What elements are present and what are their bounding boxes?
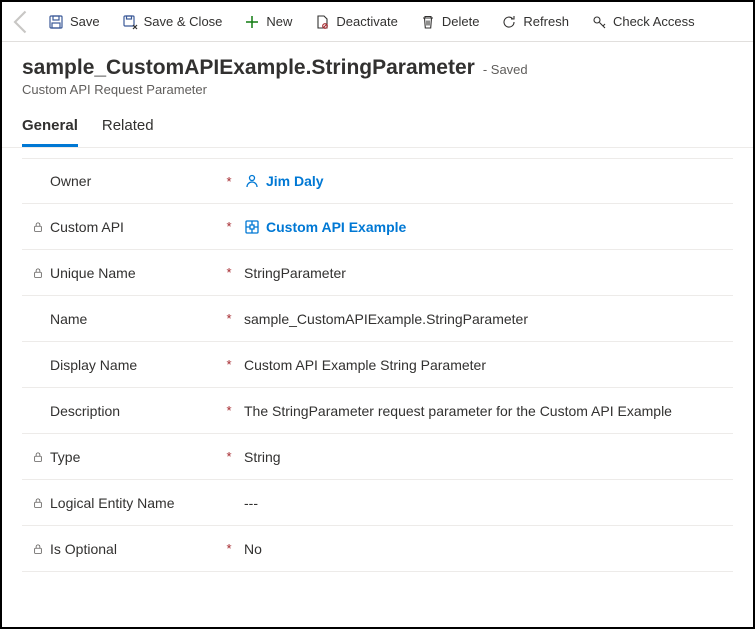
field-logical-entity-name[interactable]: Logical Entity Name --- <box>22 480 733 526</box>
command-bar: Save Save & Close New Deactivate Delete … <box>2 2 753 42</box>
label-logical-entity-name: Logical Entity Name <box>50 495 175 511</box>
lock-icon <box>32 451 44 463</box>
deactivate-icon <box>314 14 330 30</box>
required-indicator: * <box>222 357 236 372</box>
value-custom-api[interactable]: Custom API Example <box>266 219 406 235</box>
field-description[interactable]: Description * The StringParameter reques… <box>22 388 733 434</box>
field-name[interactable]: Name * sample_CustomAPIExample.StringPar… <box>22 296 733 342</box>
value-unique-name: StringParameter <box>244 265 346 281</box>
check-access-button[interactable]: Check Access <box>581 5 705 39</box>
required-indicator: * <box>222 403 236 418</box>
delete-icon <box>420 14 436 30</box>
person-icon <box>244 173 260 189</box>
tab-general[interactable]: General <box>22 117 78 147</box>
required-indicator: * <box>222 541 236 556</box>
new-label: New <box>266 14 292 29</box>
delete-label: Delete <box>442 14 480 29</box>
page-title: sample_CustomAPIExample.StringParameter <box>22 56 475 80</box>
field-owner[interactable]: Owner * Jim Daly <box>22 158 733 204</box>
check-access-icon <box>591 14 607 30</box>
field-custom-api[interactable]: Custom API * Custom API Example <box>22 204 733 250</box>
required-indicator: * <box>222 174 236 189</box>
page-subtitle: Custom API Request Parameter <box>22 82 733 97</box>
save-label: Save <box>70 14 100 29</box>
label-description: Description <box>50 403 120 419</box>
deactivate-button[interactable]: Deactivate <box>304 5 407 39</box>
save-close-button[interactable]: Save & Close <box>112 5 233 39</box>
check-access-label: Check Access <box>613 14 695 29</box>
field-unique-name[interactable]: Unique Name * StringParameter <box>22 250 733 296</box>
lock-icon <box>32 267 44 279</box>
tab-related[interactable]: Related <box>102 117 154 147</box>
field-display-name[interactable]: Display Name * Custom API Example String… <box>22 342 733 388</box>
save-status: - Saved <box>483 62 528 77</box>
required-indicator: * <box>222 219 236 234</box>
required-indicator: * <box>222 311 236 326</box>
value-owner[interactable]: Jim Daly <box>266 173 324 189</box>
deactivate-label: Deactivate <box>336 14 397 29</box>
value-logical-entity-name: --- <box>244 495 258 511</box>
required-indicator: * <box>222 265 236 280</box>
refresh-icon <box>501 14 517 30</box>
back-icon <box>8 8 36 36</box>
required-indicator: * <box>222 449 236 464</box>
label-unique-name: Unique Name <box>50 265 136 281</box>
back-button[interactable] <box>8 8 36 36</box>
value-type: String <box>244 449 281 465</box>
tab-list: General Related <box>2 103 753 148</box>
lock-icon <box>32 543 44 555</box>
form-header: sample_CustomAPIExample.StringParameter … <box>2 42 753 103</box>
label-custom-api: Custom API <box>50 219 124 235</box>
label-name: Name <box>50 311 87 327</box>
new-button[interactable]: New <box>234 5 302 39</box>
field-is-optional[interactable]: Is Optional * No <box>22 526 733 572</box>
value-is-optional: No <box>244 541 262 557</box>
lock-icon <box>32 497 44 509</box>
lock-icon <box>32 221 44 233</box>
save-close-icon <box>122 14 138 30</box>
field-type[interactable]: Type * String <box>22 434 733 480</box>
value-description: The StringParameter request parameter fo… <box>244 403 672 419</box>
entity-icon <box>244 219 260 235</box>
refresh-label: Refresh <box>523 14 569 29</box>
plus-icon <box>244 14 260 30</box>
label-owner: Owner <box>50 173 91 189</box>
delete-button[interactable]: Delete <box>410 5 490 39</box>
save-close-label: Save & Close <box>144 14 223 29</box>
label-is-optional: Is Optional <box>50 541 117 557</box>
refresh-button[interactable]: Refresh <box>491 5 579 39</box>
label-display-name: Display Name <box>50 357 137 373</box>
save-icon <box>48 14 64 30</box>
value-name: sample_CustomAPIExample.StringParameter <box>244 311 528 327</box>
value-display-name: Custom API Example String Parameter <box>244 357 486 373</box>
form-body: Owner * Jim Daly Custom API * Custom API… <box>2 148 753 572</box>
label-type: Type <box>50 449 80 465</box>
save-button[interactable]: Save <box>38 5 110 39</box>
